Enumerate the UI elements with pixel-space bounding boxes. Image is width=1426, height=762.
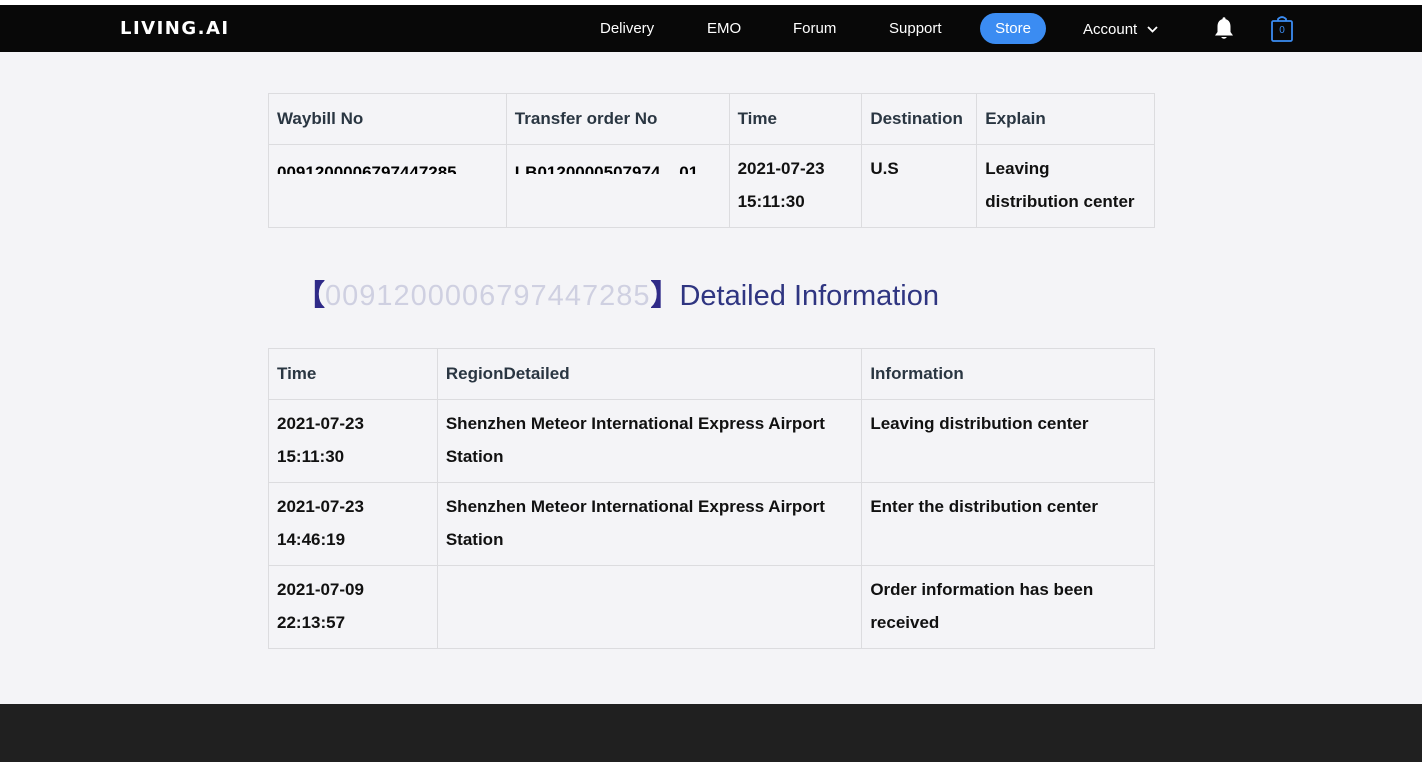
title-bracket-close: 】 bbox=[650, 280, 680, 312]
nav-delivery[interactable]: Delivery bbox=[600, 20, 654, 37]
nav-emo[interactable]: EMO bbox=[707, 20, 741, 37]
detailed-information-table: Time RegionDetailed Information 2021-07-… bbox=[268, 348, 1155, 649]
header-time: Time bbox=[268, 348, 438, 400]
information-cell: Leaving distribution center bbox=[861, 399, 1155, 483]
nav-store-button[interactable]: Store bbox=[980, 13, 1046, 44]
cart-count-badge: 0 bbox=[1279, 25, 1285, 36]
region-cell: Shenzhen Meteor International Express Ai… bbox=[436, 482, 863, 566]
header-explain: Explain bbox=[976, 93, 1155, 145]
time-date: 2021-07-23 bbox=[277, 414, 364, 433]
nav-forum[interactable]: Forum bbox=[793, 20, 836, 37]
table-row: 0091200006797447285 LB0120000507974... 0… bbox=[268, 144, 1155, 228]
title-text: Detailed Information bbox=[679, 280, 940, 312]
title-waybill-number: 0091200006797447285 bbox=[325, 280, 651, 312]
table-header-row: Time RegionDetailed Information bbox=[268, 348, 1155, 400]
time-date: 2021-07-23 bbox=[737, 159, 825, 178]
nav-support[interactable]: Support bbox=[889, 20, 942, 37]
chevron-down-icon bbox=[1147, 20, 1159, 37]
time-date: 2021-07-23 bbox=[277, 497, 364, 516]
time-cell: 2021-07-23 15:11:30 bbox=[268, 399, 438, 483]
table-row: 2021-07-09 22:13:57 Order information ha… bbox=[268, 565, 1155, 649]
information-cell: Order information has been received bbox=[861, 565, 1155, 649]
region-cell: Shenzhen Meteor International Express Ai… bbox=[436, 399, 863, 483]
header-time: Time bbox=[728, 93, 863, 145]
time-clock: 22:13:57 bbox=[277, 613, 346, 632]
nav-account-label: Account bbox=[1083, 21, 1138, 38]
explain-cell: Leaving distribution center bbox=[976, 144, 1155, 228]
top-navbar: LIVING.AI Delivery EMO Forum Support Sto… bbox=[0, 5, 1422, 52]
shopping-bag-icon[interactable]: 0 bbox=[1270, 15, 1296, 43]
table-row: 2021-07-23 14:46:19 Shenzhen Meteor Inte… bbox=[268, 482, 1155, 566]
waybill-no-value: 0091200006797447285 bbox=[277, 163, 457, 174]
transfer-order-no-cell: LB0120000507974... 01 bbox=[505, 144, 730, 228]
information-cell: Enter the distribution center bbox=[861, 482, 1155, 566]
transfer-order-no-value: LB0120000507974... 01 bbox=[514, 163, 699, 174]
living-ai-logo[interactable]: LIVING.AI bbox=[120, 18, 230, 39]
table-row: 2021-07-23 15:11:30 Shenzhen Meteor Inte… bbox=[268, 399, 1155, 483]
time-cell: 2021-07-23 14:46:19 bbox=[268, 482, 438, 566]
table-header-row: Waybill No Transfer order No Time Destin… bbox=[268, 93, 1155, 145]
bell-icon[interactable] bbox=[1213, 17, 1235, 41]
detail-section-title: 【0091200006797447285】Detailed Informatio… bbox=[296, 272, 939, 314]
waybill-no-cell: 0091200006797447285 bbox=[268, 144, 507, 228]
header-waybill-no: Waybill No bbox=[268, 93, 507, 145]
time-date: 2021-07-09 bbox=[277, 580, 364, 599]
header-destination: Destination bbox=[861, 93, 978, 145]
time-clock: 14:46:19 bbox=[277, 530, 346, 549]
page-footer bbox=[0, 704, 1422, 762]
destination-cell: U.S bbox=[861, 144, 978, 228]
header-transfer-order-no: Transfer order No bbox=[505, 93, 730, 145]
header-region-detailed: RegionDetailed bbox=[436, 348, 863, 400]
time-clock: 15:11:30 bbox=[277, 447, 345, 466]
header-information: Information bbox=[861, 348, 1155, 400]
time-clock: 15:11:30 bbox=[737, 192, 805, 211]
time-cell: 2021-07-09 22:13:57 bbox=[268, 565, 438, 649]
right-strip bbox=[1422, 0, 1426, 762]
waybill-summary-table: Waybill No Transfer order No Time Destin… bbox=[268, 93, 1155, 228]
nav-account[interactable]: Account bbox=[1083, 20, 1159, 38]
title-bracket-open: 【 bbox=[296, 280, 326, 312]
region-cell bbox=[436, 565, 863, 649]
time-cell: 2021-07-23 15:11:30 bbox=[728, 144, 863, 228]
